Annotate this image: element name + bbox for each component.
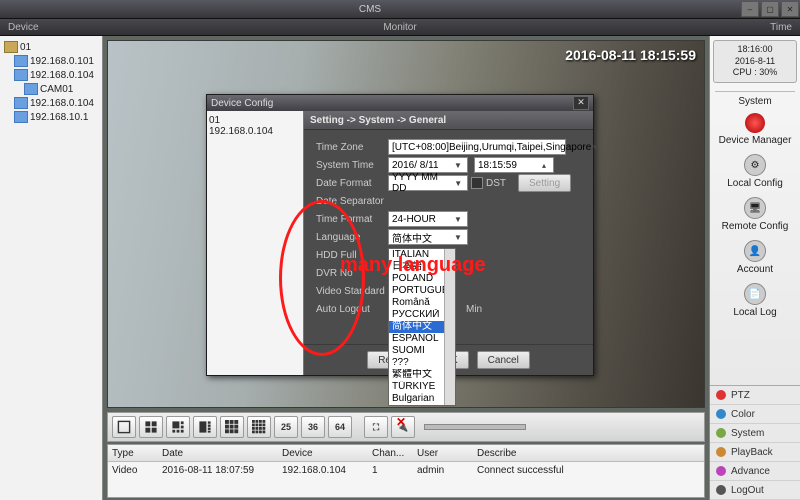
timefmt-label: Time Format [316, 214, 388, 225]
bullet-icon [716, 447, 726, 457]
device-manager-button[interactable]: Device Manager [716, 113, 794, 146]
tree-item[interactable]: 192.168.0.101 [2, 54, 100, 68]
view-8-icon[interactable] [193, 416, 217, 438]
log-icon: 📄 [744, 283, 766, 305]
datefmt-select[interactable]: YYYY MM DD▼ [388, 175, 468, 191]
chevron-down-icon: ▼ [591, 143, 599, 152]
log-header[interactable]: Chan... [372, 448, 417, 459]
view-6-icon[interactable] [166, 416, 190, 438]
osd-timestamp: 2016-08-11 18:15:59 [565, 47, 696, 63]
datesep-label: Date Separator [316, 196, 388, 207]
hddfull-label: HDD Full [316, 250, 388, 261]
cancel-button[interactable]: Cancel [477, 351, 530, 369]
systime-label: System Time [316, 160, 388, 171]
minimize-button[interactable]: – [741, 1, 759, 17]
bullet-icon [716, 409, 726, 419]
menu-monitor[interactable]: Monitor [269, 22, 530, 33]
maximize-button[interactable]: ▢ [761, 1, 779, 17]
clock-date: 2016-8-11 [716, 56, 794, 68]
remote-config-button[interactable]: 🖥Remote Config [716, 197, 794, 232]
timezone-label: Time Zone [316, 142, 388, 153]
view-toolbar: 25 36 64 ⛶ 🔌✕ [107, 412, 705, 442]
view-16-icon[interactable] [247, 416, 271, 438]
breadcrumb: Setting -> System -> General [304, 111, 593, 130]
tree-item[interactable]: 192.168.0.104 [2, 96, 100, 110]
dialog-close-icon[interactable]: ✕ [573, 96, 589, 110]
device-config-dialog: Device Config ✕ 01 192.168.0.104 Setting… [206, 94, 594, 376]
timefmt-select[interactable]: 24-HOUR▼ [388, 211, 468, 227]
log-header[interactable]: Device [282, 448, 372, 459]
autologout-unit: Min [466, 304, 482, 315]
autologout-label: Auto Logout [316, 304, 388, 315]
tree-item[interactable]: CAM01 [2, 82, 100, 96]
view-36-button[interactable]: 36 [301, 416, 325, 438]
videostd-label: Video Standard [316, 286, 388, 297]
timezone-select[interactable]: [UTC+08:00]Beijing,Urumqi,Taipei,Singapo… [388, 139, 566, 155]
language-dropdown-list[interactable]: ITALIAN日本語POLANDPORTUGUÊRomânăРУССКИЙ简体中… [388, 248, 456, 406]
scrollbar[interactable] [444, 249, 455, 405]
bullet-icon [716, 485, 726, 495]
log-header[interactable]: User [417, 448, 477, 459]
right-heading: System [738, 96, 771, 107]
bullet-icon [716, 390, 726, 400]
log-header[interactable]: Type [108, 448, 162, 459]
view-9-icon[interactable] [220, 416, 244, 438]
record-icon [745, 113, 765, 133]
app-title: CMS [0, 4, 740, 15]
view-4-icon[interactable] [139, 416, 163, 438]
remote-icon: 🖥 [744, 197, 766, 219]
dialog-tree-item[interactable]: 192.168.0.104 [209, 126, 301, 137]
language-label: Language [316, 232, 388, 243]
disconnect-icon[interactable]: 🔌✕ [391, 416, 415, 438]
dialog-tree: 01 192.168.0.104 [207, 111, 304, 375]
tree-item[interactable]: 192.168.0.104 [2, 68, 100, 82]
datefmt-label: Date Format [316, 178, 388, 189]
tree-root[interactable]: 01 [2, 40, 100, 54]
clock-time: 18:16:00 [716, 44, 794, 56]
right-action-logout[interactable]: LogOut [710, 481, 800, 500]
tree-item[interactable]: 192.168.10.1 [2, 110, 100, 124]
local-log-button[interactable]: 📄Local Log [716, 283, 794, 318]
systime-date-input[interactable]: 2016/ 8/11▼ [388, 157, 468, 173]
clock-box: 18:16:00 2016-8-11 CPU : 30% [713, 40, 797, 83]
log-grid: Type Date Device Chan... User Describe V… [107, 444, 705, 498]
right-action-color[interactable]: Color [710, 405, 800, 424]
close-button[interactable]: ✕ [781, 1, 799, 17]
volume-slider[interactable] [424, 424, 526, 430]
fullscreen-icon[interactable]: ⛶ [364, 416, 388, 438]
local-config-button[interactable]: ⚙Local Config [716, 154, 794, 189]
menu-device[interactable]: Device [0, 22, 269, 33]
view-1-icon[interactable] [112, 416, 136, 438]
menu-time[interactable]: Time [531, 22, 800, 33]
right-action-system[interactable]: System [710, 424, 800, 443]
dst-checkbox[interactable] [471, 177, 483, 189]
view-25-button[interactable]: 25 [274, 416, 298, 438]
cpu-usage: CPU : 30% [716, 67, 794, 79]
bullet-icon [716, 428, 726, 438]
right-action-ptz[interactable]: PTZ [710, 386, 800, 405]
account-button[interactable]: 👤Account [716, 240, 794, 275]
view-64-button[interactable]: 64 [328, 416, 352, 438]
device-tree-panel: 01 192.168.0.101 192.168.0.104 CAM01 192… [0, 36, 103, 500]
systime-time-input[interactable]: 18:15:59▴ [474, 157, 554, 173]
dst-setting-button[interactable]: Setting [518, 174, 571, 192]
log-header[interactable]: Describe [477, 448, 704, 459]
language-select[interactable]: 简体中文▼ [388, 229, 468, 245]
dialog-title: Device Config [211, 98, 273, 109]
dialog-tree-root[interactable]: 01 [209, 115, 301, 126]
gear-icon: ⚙ [744, 154, 766, 176]
bullet-icon [716, 466, 726, 476]
right-action-advance[interactable]: Advance [710, 462, 800, 481]
dst-label: DST [486, 178, 506, 189]
dvrno-label: DVR No [316, 268, 388, 279]
log-row[interactable]: Video 2016-08-11 18:07:59 192.168.0.104 … [108, 462, 704, 478]
log-header[interactable]: Date [162, 448, 282, 459]
right-action-playback[interactable]: PlayBack [710, 443, 800, 462]
user-icon: 👤 [744, 240, 766, 262]
